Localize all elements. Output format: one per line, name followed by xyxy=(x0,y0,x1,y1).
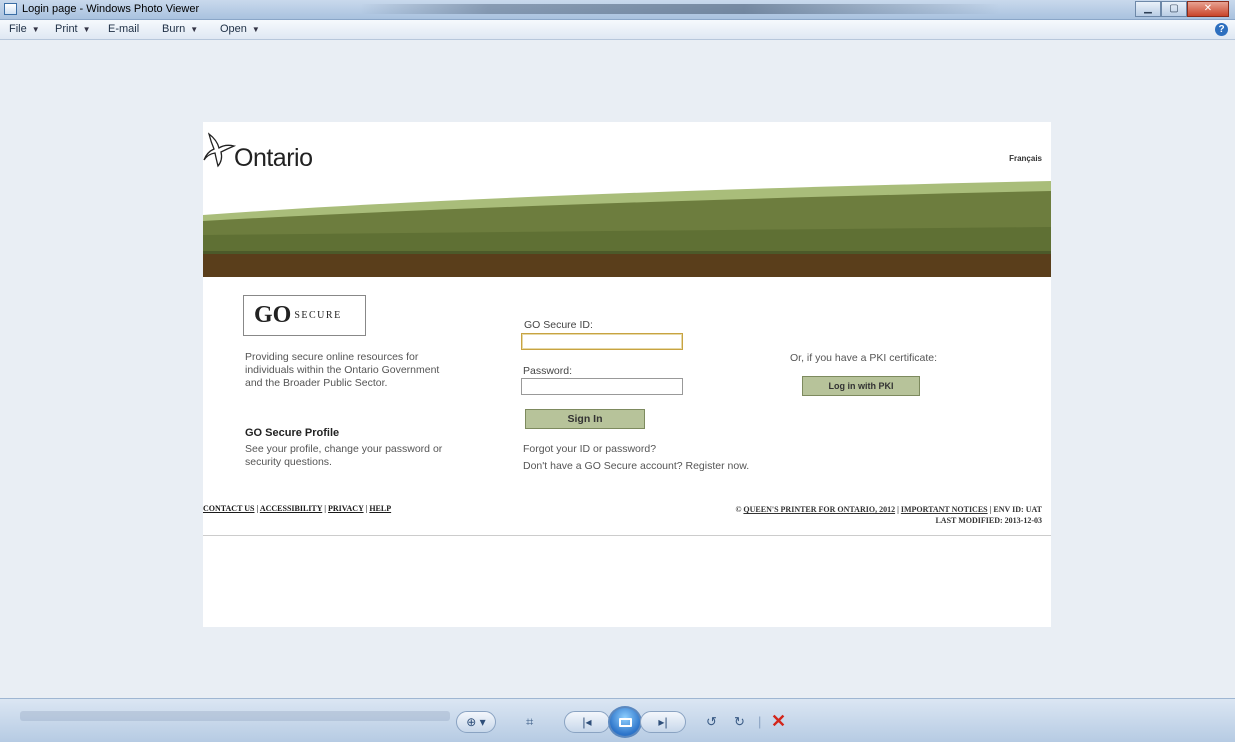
pki-label: Or, if you have a PKI certificate: xyxy=(790,352,938,364)
previous-icon[interactable]: |◂ xyxy=(564,711,610,733)
help-icon[interactable]: ? xyxy=(1215,23,1228,36)
go-secure-logo-go: GO xyxy=(254,302,292,328)
chevron-down-icon: ▼ xyxy=(31,25,40,34)
menu-burn-label: Burn xyxy=(162,23,186,35)
displayed-image: Ontario Français GO SECURE Providing sec… xyxy=(203,122,1051,627)
profile-heading: GO Secure Profile xyxy=(245,427,340,439)
pki-login-button[interactable]: Log in with PKI xyxy=(802,376,920,396)
menu-email-label: E-mail xyxy=(108,23,140,35)
footer-line-1: © QUEEN'S PRINTER FOR ONTARIO, 2012 | IM… xyxy=(735,505,1042,514)
go-secure-logo: GO SECURE xyxy=(243,295,366,336)
trillium-logo xyxy=(203,132,237,168)
profile-text: See your profile, change your password o… xyxy=(245,443,443,468)
menu-print[interactable]: Print ▼ xyxy=(55,23,91,35)
ontario-wordmark: Ontario xyxy=(234,144,313,172)
toolbar-separator: | xyxy=(758,714,762,729)
sign-in-button[interactable]: Sign In xyxy=(525,409,645,429)
password-label: Password: xyxy=(523,365,573,377)
register-link[interactable]: Don't have a GO Secure account? Register… xyxy=(523,460,749,472)
footer-links: CONTACT US | ACCESSIBILITY | PRIVACY | H… xyxy=(203,504,392,513)
help-link[interactable]: HELP xyxy=(369,504,391,513)
go-secure-id-label: GO Secure ID: xyxy=(524,319,593,331)
blurred-text-region xyxy=(20,711,450,721)
title-bar: Login page - Windows Photo Viewer ▁ ▢ ✕ xyxy=(0,0,1235,20)
menu-burn[interactable]: Burn ▼ xyxy=(162,23,198,35)
last-modified: LAST MODIFIED: 2013-12-03 xyxy=(935,516,1042,525)
viewer-toolbar: ⊕ ▾ ⌗ |◂ ▸| ↺ ↻ | ✕ xyxy=(0,698,1235,742)
footer-info: © QUEEN'S PRINTER FOR ONTARIO, 2012 | IM… xyxy=(735,504,1042,526)
chevron-down-icon: ▼ xyxy=(82,25,91,34)
copyright-symbol: © xyxy=(735,505,742,514)
photo-viewer-icon xyxy=(4,3,17,15)
window-title: Login page - Windows Photo Viewer xyxy=(22,3,200,15)
menu-open-label: Open xyxy=(220,23,247,35)
accessibility-link[interactable]: ACCESSIBILITY xyxy=(260,504,322,513)
rotate-clockwise-icon[interactable]: ↻ xyxy=(734,714,745,730)
actual-size-icon[interactable]: ⌗ xyxy=(526,714,533,730)
chevron-down-icon: ▼ xyxy=(251,25,260,34)
minimize-button[interactable]: ▁ xyxy=(1135,1,1161,17)
window-controls: ▁ ▢ ✕ xyxy=(1135,1,1229,17)
important-notices-link[interactable]: IMPORTANT NOTICES xyxy=(901,505,988,514)
copyright-link[interactable]: QUEEN'S PRINTER FOR ONTARIO, 2012 xyxy=(743,505,895,514)
blurred-taskbar-region xyxy=(360,4,1000,14)
footer-divider xyxy=(203,535,1051,536)
rotate-counterclockwise-icon[interactable]: ↺ xyxy=(706,714,717,730)
slideshow-screen-shape xyxy=(619,718,632,727)
menu-open[interactable]: Open ▼ xyxy=(220,23,260,35)
menu-file[interactable]: File ▼ xyxy=(9,23,40,35)
go-secure-logo-secure: SECURE xyxy=(294,310,342,321)
close-button[interactable]: ✕ xyxy=(1187,1,1229,17)
viewer-controls: ⊕ ▾ ⌗ |◂ ▸| ↺ ↻ | ✕ xyxy=(456,706,806,738)
chevron-down-icon: ▼ xyxy=(190,25,199,34)
menu-file-label: File xyxy=(9,23,27,35)
slideshow-icon[interactable] xyxy=(608,706,642,738)
delete-icon[interactable]: ✕ xyxy=(771,711,786,732)
banner-graphic xyxy=(203,181,1051,277)
password-field[interactable] xyxy=(521,378,683,395)
zoom-icon[interactable]: ⊕ ▾ xyxy=(456,711,496,733)
go-secure-id-field[interactable] xyxy=(521,333,683,350)
env-id: ENV ID: UAT xyxy=(993,505,1042,514)
maximize-button[interactable]: ▢ xyxy=(1161,1,1187,17)
forgot-password-link[interactable]: Forgot your ID or password? xyxy=(523,443,656,455)
next-icon[interactable]: ▸| xyxy=(640,711,686,733)
francais-link[interactable]: Français xyxy=(1009,154,1042,163)
privacy-link[interactable]: PRIVACY xyxy=(328,504,364,513)
menu-bar: File ▼ Print ▼ E-mail Burn ▼ Open ▼ ? xyxy=(0,20,1235,40)
service-description: Providing secure online resources for in… xyxy=(245,351,440,389)
menu-print-label: Print xyxy=(55,23,78,35)
contact-us-link[interactable]: CONTACT US xyxy=(203,504,255,513)
menu-email[interactable]: E-mail xyxy=(108,23,139,35)
